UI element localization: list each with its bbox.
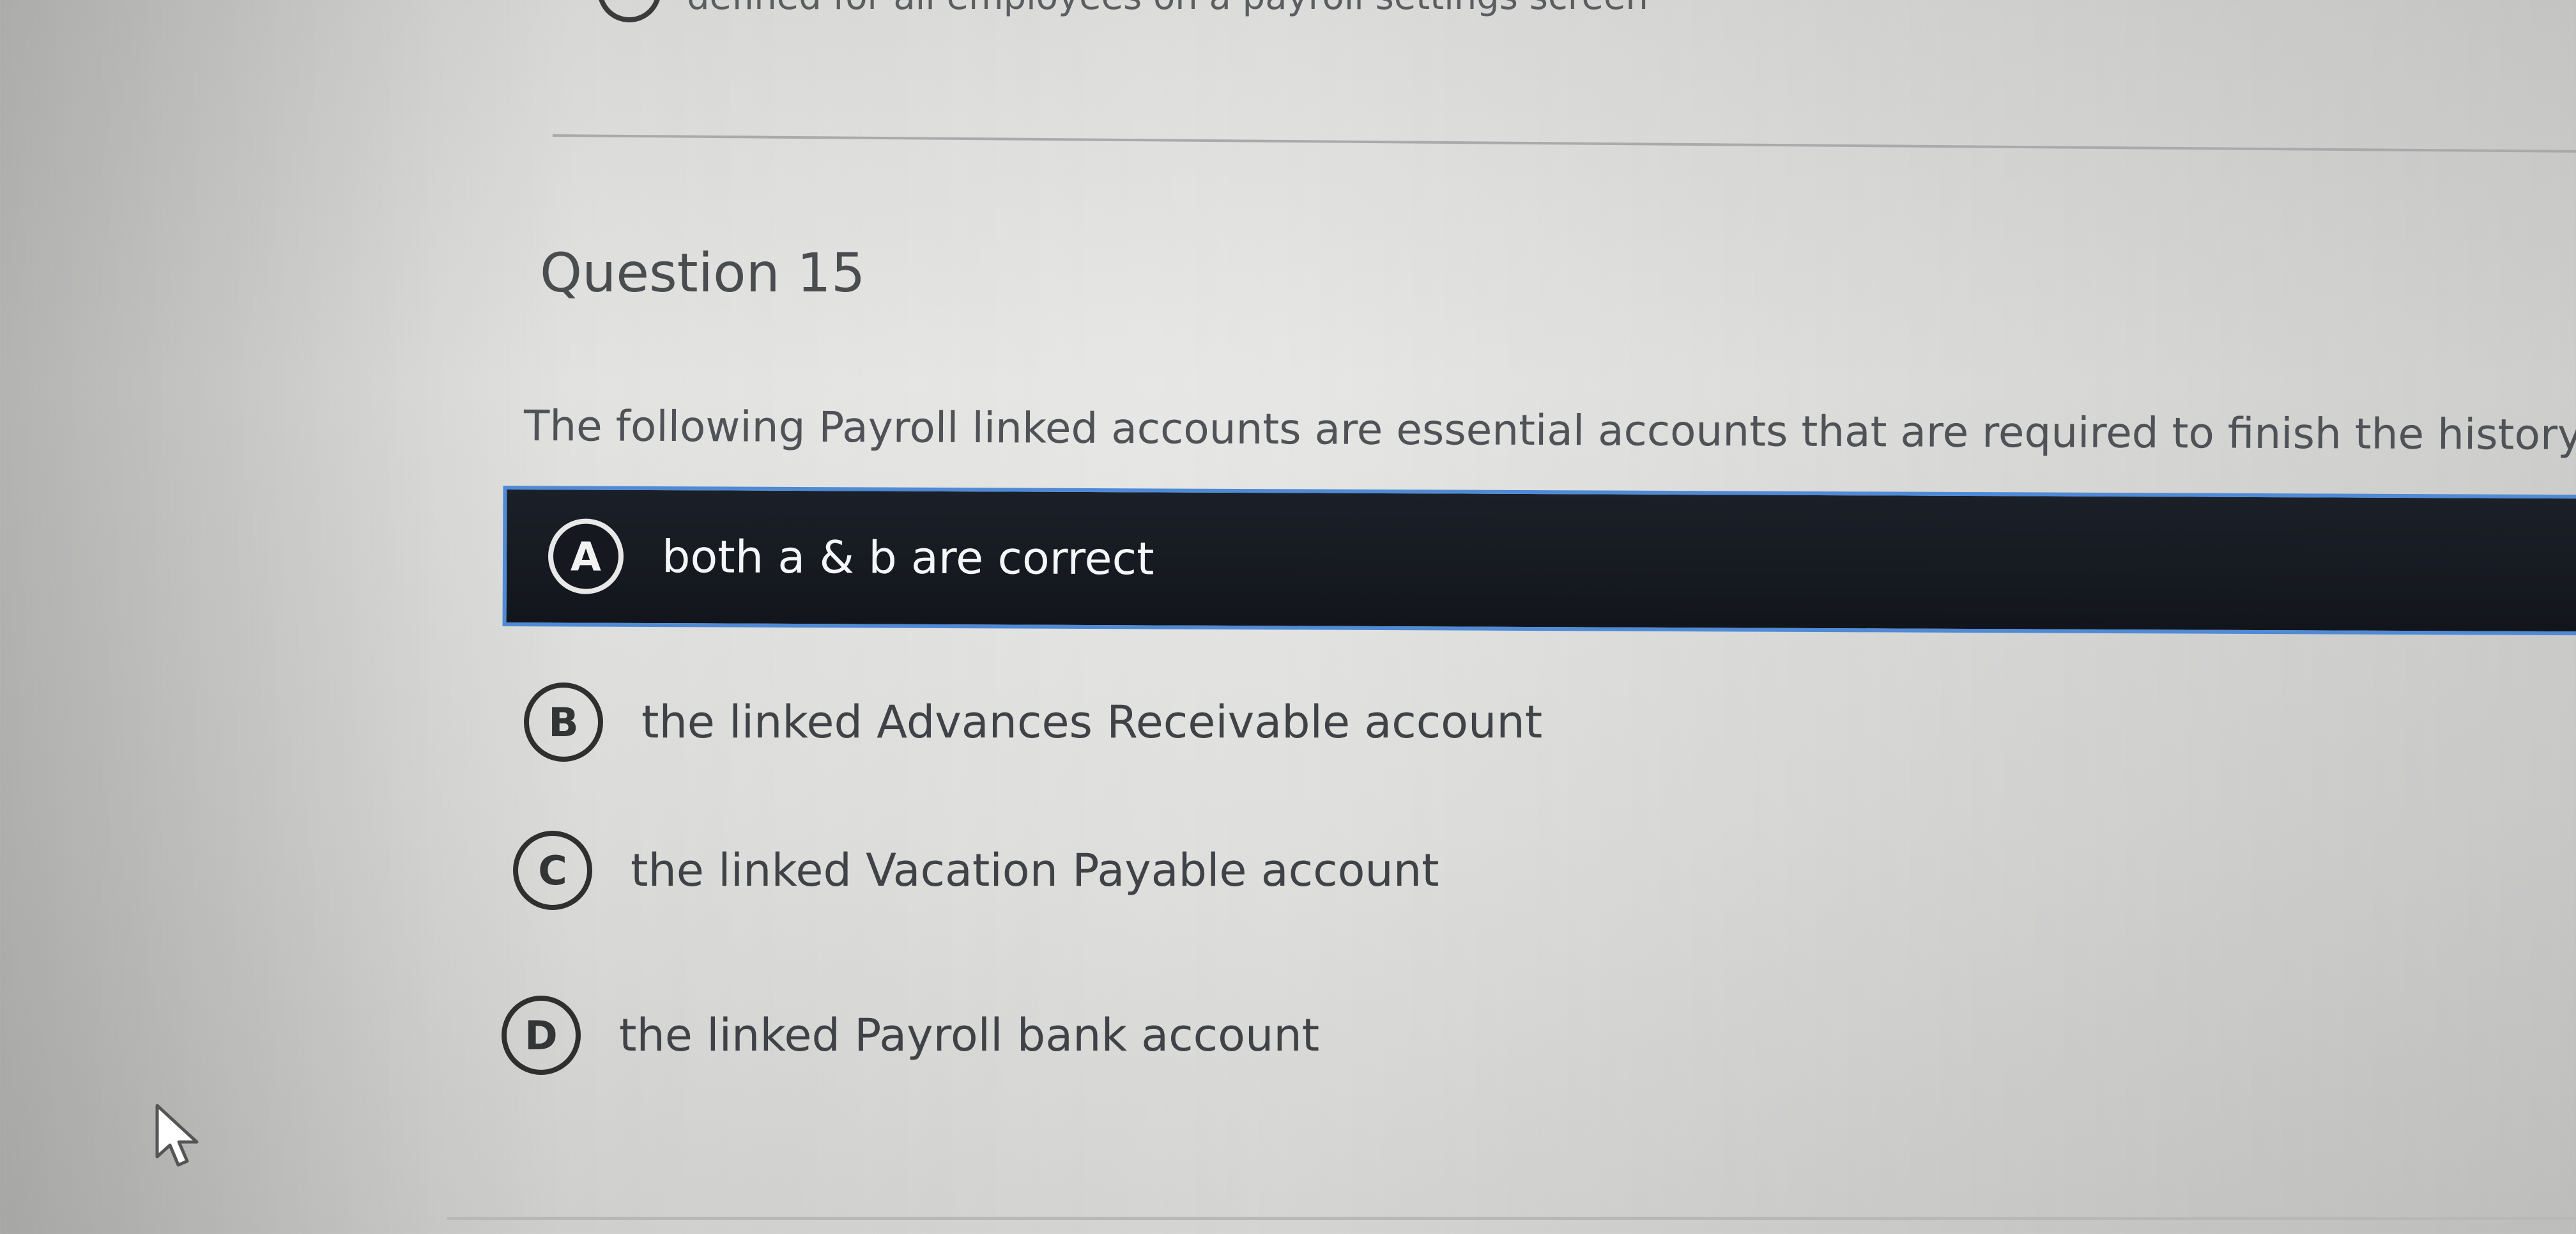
option-a-letter-badge: A — [548, 518, 624, 594]
option-c-label: the linked Vacation Payable account — [631, 844, 1439, 897]
bottom-divider — [447, 1217, 2576, 1220]
answer-option-b[interactable]: B the linked Advances Receivable account — [524, 683, 1543, 762]
mouse-pointer-icon — [155, 1104, 199, 1167]
option-d-label: the linked Payroll bank account — [619, 1009, 1320, 1061]
option-b-letter-badge: B — [524, 683, 603, 762]
answer-option-a[interactable]: A both a & b are correct — [502, 486, 2576, 636]
answer-options: A both a & b are correct B the linked Ad… — [0, 0, 2576, 1234]
answer-option-d[interactable]: D the linked Payroll bank account — [502, 994, 1319, 1077]
option-d-letter-badge: D — [502, 996, 581, 1075]
quiz-page: defined for all employees on a payroll s… — [0, 0, 2576, 1234]
option-a-label: both a & b are correct — [661, 530, 1154, 585]
option-c-letter-badge: C — [513, 831, 592, 910]
option-b-label: the linked Advances Receivable account — [641, 696, 1543, 748]
answer-option-c[interactable]: C the linked Vacation Payable account — [513, 829, 1439, 912]
